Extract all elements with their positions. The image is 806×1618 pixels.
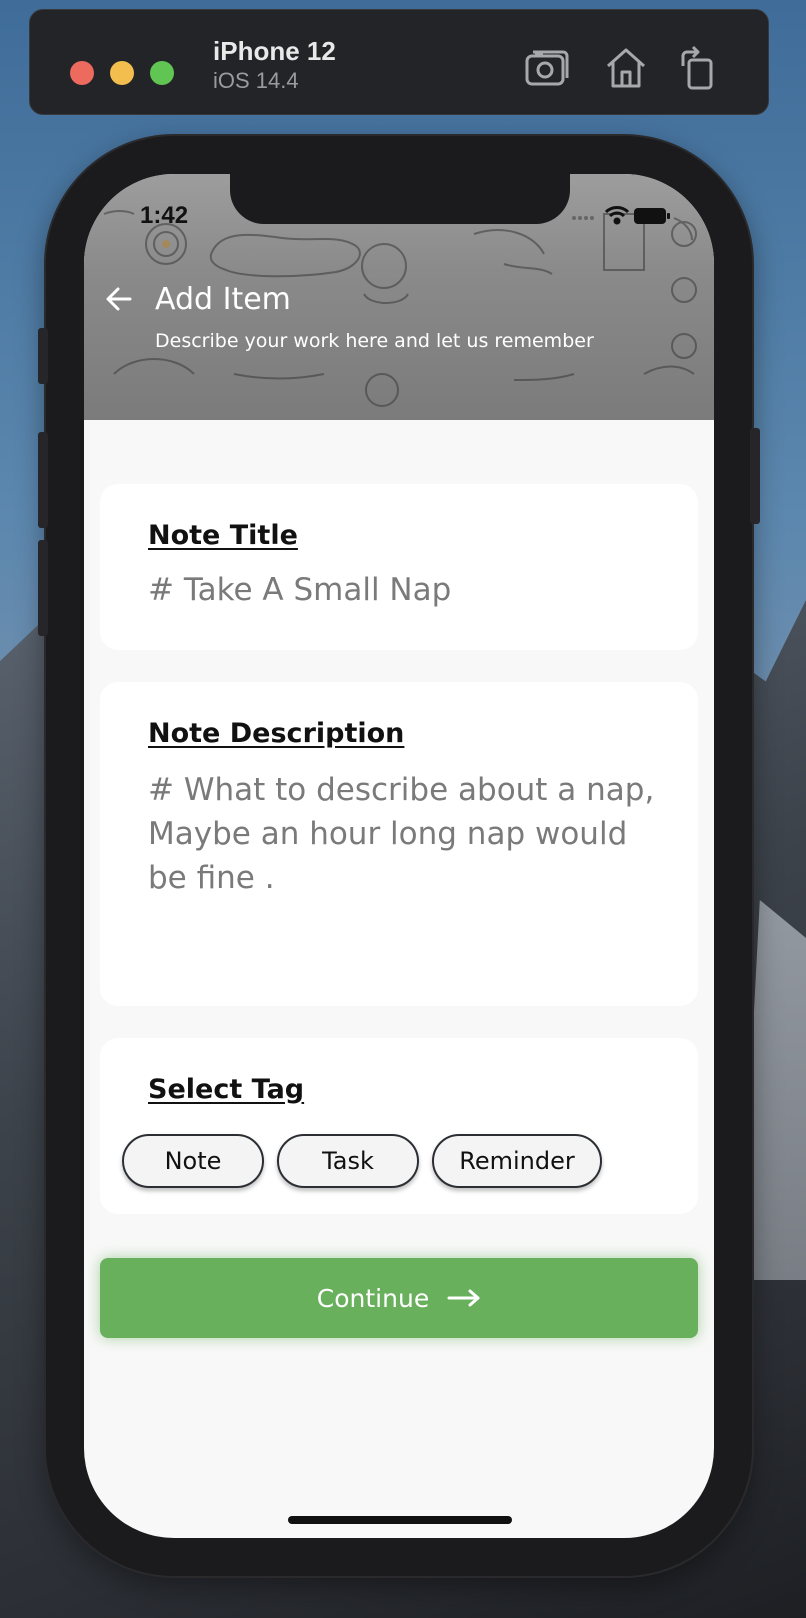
minimize-window-button[interactable] bbox=[110, 61, 134, 85]
tag-note-chip[interactable]: Note bbox=[122, 1134, 264, 1188]
continue-button[interactable]: Continue bbox=[100, 1258, 698, 1338]
status-time: 1:42 bbox=[140, 202, 189, 229]
zoom-window-button[interactable] bbox=[150, 61, 174, 85]
app-screen: 1:42 Add Item Describe your work here an… bbox=[84, 174, 714, 1538]
home-indicator[interactable] bbox=[288, 1516, 512, 1524]
page-title: Add Item bbox=[155, 282, 291, 317]
back-arrow-icon[interactable] bbox=[104, 284, 134, 314]
os-version: iOS 14.4 bbox=[213, 68, 299, 93]
note-title-label: Note Title bbox=[148, 520, 298, 551]
continue-button-label: Continue bbox=[316, 1283, 430, 1313]
volume-up-button bbox=[38, 432, 48, 528]
simulator-title-bar: iPhone 12 iOS 14.4 bbox=[29, 9, 769, 115]
power-button bbox=[750, 428, 760, 524]
tag-task-chip[interactable]: Task bbox=[277, 1134, 419, 1188]
screenshot-icon[interactable] bbox=[523, 44, 571, 92]
page-subtitle: Describe your work here and let us remem… bbox=[155, 330, 594, 352]
home-icon[interactable] bbox=[602, 44, 650, 92]
select-tag-label: Select Tag bbox=[148, 1074, 305, 1105]
tag-reminder-chip[interactable]: Reminder bbox=[432, 1134, 602, 1188]
header-banner: 1:42 Add Item Describe your work here an… bbox=[84, 174, 714, 420]
battery-icon bbox=[634, 208, 670, 224]
silent-switch bbox=[38, 328, 48, 384]
device-name: iPhone 12 bbox=[213, 36, 336, 66]
wifi-icon bbox=[604, 206, 630, 225]
note-description-input[interactable]: # What to describe about a nap, Maybe an… bbox=[148, 768, 658, 900]
arrow-right-icon bbox=[447, 1289, 480, 1307]
rotate-icon[interactable] bbox=[675, 44, 723, 92]
camera-notch bbox=[230, 174, 570, 224]
note-title-card: Note Title # Take A Small Nap bbox=[100, 484, 698, 650]
volume-down-button bbox=[38, 540, 48, 636]
note-description-label: Note Description bbox=[148, 718, 405, 749]
note-description-card: Note Description # What to describe abou… bbox=[100, 682, 698, 1006]
close-window-button[interactable] bbox=[70, 61, 94, 85]
note-title-input[interactable]: # Take A Small Nap bbox=[148, 568, 658, 612]
signal-dots-icon bbox=[572, 216, 594, 220]
status-icons bbox=[572, 206, 670, 225]
